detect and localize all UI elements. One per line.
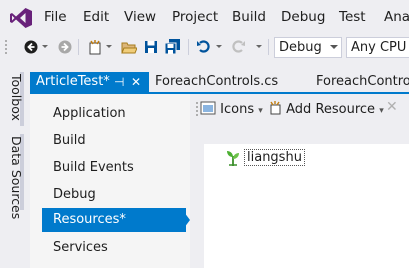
add-resource-button[interactable]: Add Resource ▾ <box>268 101 384 117</box>
resource-category-label: Icons <box>220 102 255 117</box>
undo-icon <box>197 40 210 53</box>
menu-project[interactable]: Project <box>172 9 218 25</box>
save-all-icon <box>165 39 180 55</box>
toolbar-grip[interactable] <box>4 39 8 55</box>
add-resource-label: Add Resource <box>286 102 376 117</box>
solution-configuration-value: Debug <box>279 40 322 55</box>
tab-label: ForeachControls <box>316 74 409 89</box>
solution-platform-combo[interactable]: Any CPU <box>346 37 409 58</box>
tab-foreach-controls-cs[interactable]: ForeachControls.cs <box>149 72 311 92</box>
selected-nav-pointer <box>181 208 190 232</box>
tab-article-test[interactable]: ArticleTest* ⊣ ✕ <box>30 72 149 92</box>
back-arrow-icon <box>24 40 38 54</box>
toolwindow-strip: Toolbox Data Sources <box>0 66 27 268</box>
toolbar-separator <box>188 39 189 55</box>
add-resource-icon <box>270 101 281 115</box>
standard-toolbar: Debug Any CPU <box>0 36 409 60</box>
tab-foreach-controls[interactable]: ForeachControls <box>310 72 409 92</box>
resource-editor: Icons ▾ Add Resource ▾ ✕ liangshu <box>190 94 409 268</box>
menu-debug[interactable]: Debug <box>281 9 325 25</box>
menu-analyze[interactable]: Anal <box>384 9 409 25</box>
nav-item-services[interactable]: Services <box>42 236 186 260</box>
tab-label: ArticleTest* <box>36 74 110 89</box>
back-dropdown-arrow-icon[interactable] <box>42 45 48 48</box>
nav-item-build-events[interactable]: Build Events <box>42 156 186 180</box>
new-project-dropdown-arrow-icon[interactable] <box>106 45 112 48</box>
undo-dropdown-arrow-icon[interactable] <box>216 45 222 48</box>
save-button[interactable] <box>142 37 160 57</box>
project-properties-nav: Application Build Build Events Debug Res… <box>30 94 190 268</box>
tab-label: ForeachControls.cs <box>155 74 279 89</box>
save-icon <box>145 41 157 53</box>
menu-edit[interactable]: Edit <box>83 9 109 25</box>
save-all-button[interactable] <box>164 37 182 57</box>
open-folder-icon <box>121 42 137 54</box>
chevron-down-icon <box>330 45 338 49</box>
resource-list: liangshu <box>204 144 409 268</box>
menu-test[interactable]: Test <box>339 9 366 25</box>
forward-arrow-icon <box>58 40 72 54</box>
nav-item-build[interactable]: Build <box>42 129 186 153</box>
menu-view[interactable]: View <box>124 9 156 25</box>
redo-button[interactable] <box>229 37 247 57</box>
toolbar-separator <box>78 39 79 55</box>
redo-dropdown-arrow-icon[interactable] <box>256 45 262 48</box>
resource-toolbar-grip[interactable] <box>195 101 199 117</box>
solution-configuration-combo[interactable]: Debug <box>274 37 342 58</box>
remove-resource-icon[interactable]: ✕ <box>386 99 398 115</box>
plant-icon <box>227 151 239 166</box>
resource-category-dropdown[interactable]: Icons ▾ <box>200 101 263 117</box>
toolbox-tab[interactable]: Toolbox <box>4 74 24 121</box>
undo-button[interactable] <box>195 37 213 57</box>
resource-item-name[interactable]: liangshu <box>244 149 305 166</box>
redo-icon <box>232 40 245 53</box>
navigate-back-button[interactable] <box>22 37 40 57</box>
menu-bar: File Edit View Project Build Debug Test … <box>0 0 409 36</box>
chevron-down-icon: ▾ <box>379 106 384 116</box>
document-tab-row: ArticleTest* ⊣ ✕ ForeachControls.cs Fore… <box>30 72 409 94</box>
open-file-button[interactable] <box>120 37 138 57</box>
menu-build[interactable]: Build <box>232 9 266 25</box>
visual-studio-logo-icon[interactable] <box>10 8 32 28</box>
new-project-button[interactable] <box>86 37 104 57</box>
icons-category-icon <box>200 101 216 115</box>
chevron-down-icon: ▾ <box>258 106 263 116</box>
nav-item-application[interactable]: Application <box>42 102 186 126</box>
nav-item-debug[interactable]: Debug <box>42 183 186 207</box>
toolbar-separator <box>268 39 269 55</box>
resource-toolbar: Icons ▾ Add Resource ▾ ✕ <box>190 94 409 124</box>
menu-file[interactable]: File <box>44 9 67 25</box>
navigate-forward-button[interactable] <box>56 37 74 57</box>
data-sources-tab[interactable]: Data Sources <box>4 136 24 219</box>
solution-platform-value: Any CPU <box>351 40 407 55</box>
pin-icon[interactable]: ⊣ <box>114 75 124 89</box>
new-project-icon <box>89 40 101 55</box>
nav-item-resources[interactable]: Resources* <box>42 208 186 232</box>
close-icon[interactable]: ✕ <box>131 75 141 89</box>
